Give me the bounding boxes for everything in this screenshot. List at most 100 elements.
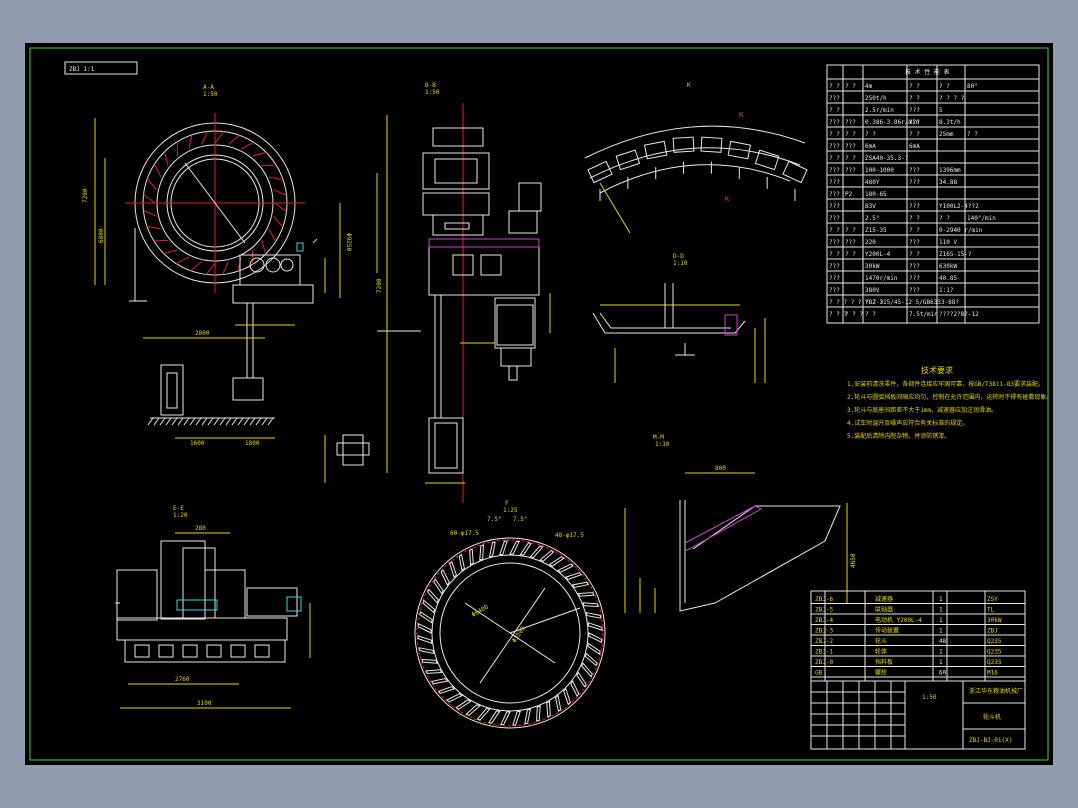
ground-hatch	[243, 417, 250, 426]
param-cell: 7.5t/min	[909, 311, 938, 318]
bom-name: 轮体	[875, 648, 887, 656]
tech-req-4: 4.试车时温升及噪声应符合有关标准的规定。	[847, 419, 968, 427]
bucket-tooth	[261, 240, 266, 255]
bom-code: GB	[815, 670, 823, 677]
base-slot	[206, 644, 222, 658]
view-d: D-D 1:10	[592, 253, 766, 383]
dim-angle-b: 7.5°	[513, 516, 527, 523]
k-mark-1: K	[739, 111, 744, 119]
ground-hatch	[153, 417, 160, 426]
base-slot	[254, 644, 270, 658]
bom-name: 联轴器	[875, 606, 893, 614]
view-d-title: D-D	[673, 253, 684, 260]
ring-bucket	[419, 611, 433, 624]
dim-col-height: 7200	[376, 278, 383, 293]
ring-bucket	[524, 708, 532, 725]
param-cell: ? ?	[939, 215, 950, 222]
bucket-tooth	[164, 151, 169, 166]
ring-bucket	[446, 693, 463, 703]
param-cell: ? ?	[909, 215, 920, 222]
ring-bucket	[417, 635, 433, 645]
ring-bucket	[465, 704, 481, 716]
ring-bucket	[519, 542, 532, 556]
view-b-title: B-B	[425, 82, 436, 89]
dim-foot-a: 1600	[190, 440, 205, 447]
bom-code: ZBJ-6	[815, 596, 833, 603]
param-cell: ? ?	[829, 251, 840, 258]
view-f: F 1:25 60-φ17.5 48-φ17.5 7.5° 7.5° Φ8400…	[414, 500, 606, 729]
param-cell: ? ?	[909, 131, 920, 138]
bom-qty: 60	[939, 670, 947, 677]
param-cell: ? ?	[909, 83, 920, 90]
base-slot	[158, 644, 174, 658]
view-m: M-M 1:10 800 4650	[624, 434, 857, 613]
bom-note: M16	[987, 670, 998, 677]
ring-bucket	[529, 545, 544, 559]
bucket-tooth	[240, 141, 255, 150]
param-cell: ???	[829, 239, 840, 246]
title-drawing-name: 轮斗机	[983, 713, 1001, 721]
param-cell: ???	[909, 119, 920, 126]
ring-bucket	[585, 611, 602, 619]
param-cell: ????2?8?-12	[939, 311, 979, 318]
param-cell: 40.85	[939, 275, 957, 282]
bucket-tooth	[222, 261, 229, 275]
bucket-tooth	[268, 228, 277, 243]
param-cell: 180-65	[865, 191, 887, 198]
param-cell: ? ?	[909, 251, 920, 258]
ring-bucket	[498, 540, 508, 556]
bom-code: ZBJ-5	[815, 607, 833, 614]
param-cell: ???	[829, 215, 840, 222]
dim-main-height2: 6800	[98, 228, 105, 243]
ring-bucket	[425, 669, 443, 674]
tech-title: 技术要求	[921, 365, 953, 375]
param-cell: 80°	[967, 83, 978, 90]
param-cell: ? ?	[865, 311, 876, 318]
ring-bucket	[582, 602, 599, 607]
ring-bucket	[417, 623, 432, 634]
drawing-canvas: ZBJ 1:1 A-A 1:50 7200 6800 Φ9250 2800 16…	[25, 43, 1053, 765]
param-cell: ???	[829, 203, 840, 210]
view-e-scale: 1:20	[173, 512, 188, 519]
param-cell: ? ?	[845, 227, 856, 234]
ring-bucket	[546, 700, 551, 718]
ground-hatch	[195, 417, 202, 426]
k-mark-2: K	[725, 195, 730, 203]
param-cell: ? ?	[909, 95, 920, 102]
param-cell: ? ?	[909, 227, 920, 234]
param-cell: ? ?	[967, 131, 978, 138]
view-k-title: K	[687, 82, 691, 89]
ring-bucket	[577, 592, 595, 597]
ring-bucket	[430, 677, 449, 685]
ring-bucket	[427, 588, 439, 604]
ring-bucket	[479, 544, 484, 561]
param-cell: ? ?	[939, 83, 950, 90]
bucket-tooth	[143, 210, 157, 217]
dim-ring-dia: Φ8400	[471, 603, 490, 618]
ring-bucket	[455, 699, 472, 710]
dim-bucket-w: 800	[715, 465, 726, 472]
param-cell: ? ?	[845, 131, 856, 138]
view-f-scale: 1:25	[503, 507, 518, 514]
bucket-cell	[754, 149, 780, 171]
bom-code: ZBJ-1	[815, 649, 833, 656]
bucket-tooth	[201, 131, 208, 145]
bom-qty: 1	[939, 607, 943, 614]
param-cell: 1470r/min	[865, 275, 898, 282]
bom-qty: 1	[939, 659, 943, 666]
bucket-tooth	[143, 193, 156, 204]
ring-bucket	[422, 599, 436, 614]
tech-req-5: 5.装配后清除内腔杂物，并涂防锈漆。	[847, 432, 950, 440]
param-cell: YBZ-315/45-12 5/GB6333-88?	[865, 299, 959, 306]
dim-bucket-h: 4650	[850, 553, 857, 568]
bom-note: TL	[987, 607, 995, 614]
view-m-scale: 1:10	[655, 441, 670, 448]
tech-req-1: 1.安装前清洗零件，各部件连接应牢固可靠，按GB/T3811-83要求装配。	[847, 380, 1044, 388]
bucket-tooth	[273, 216, 284, 228]
param-cell: ???	[829, 263, 840, 270]
param-cell: Z15-35	[865, 227, 887, 234]
bucket-tooth	[153, 163, 162, 178]
title-block: 浙江华东粮油机械厂 轮斗机 ZBJ-BJ-01(X) 1:50 ZBJ-6 减速器…	[810, 590, 1026, 750]
view-a-title: A-A	[203, 84, 214, 91]
bom-name: 电动机 Y200L-4	[875, 616, 922, 624]
